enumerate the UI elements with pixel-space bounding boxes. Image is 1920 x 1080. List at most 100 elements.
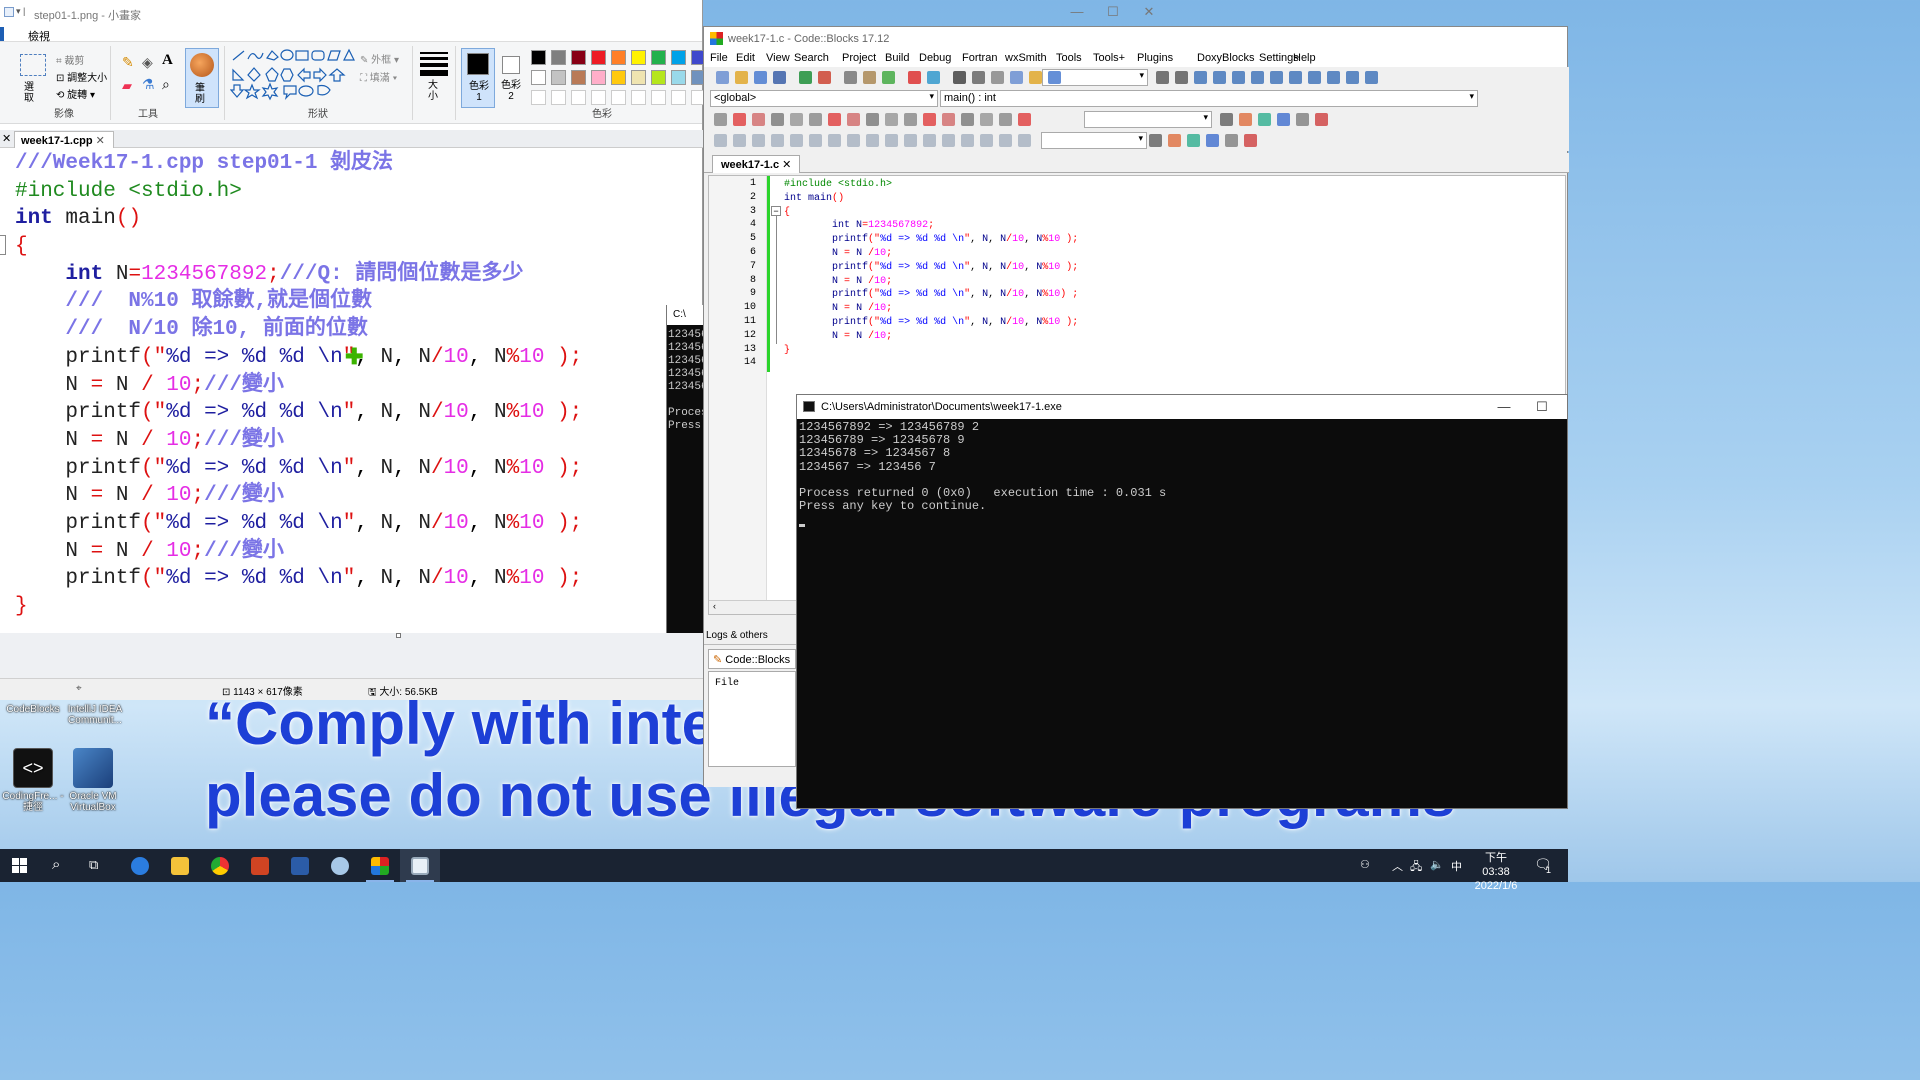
file-tab[interactable] — [0, 27, 4, 41]
custom-color-swatch[interactable] — [611, 90, 626, 105]
debug-icon[interactable] — [1289, 71, 1302, 84]
wxsmith-widget-icon[interactable] — [714, 134, 727, 147]
debug-icon[interactable] — [1232, 71, 1245, 84]
task-view-button[interactable]: ⧉ — [78, 849, 118, 882]
abort-icon[interactable] — [1048, 71, 1061, 84]
doc-tab-week17[interactable]: week17-1.cpp ✕ — [14, 131, 114, 148]
color-swatch[interactable] — [611, 70, 626, 85]
color-swatch[interactable] — [671, 50, 686, 65]
bookmark-icon[interactable] — [980, 113, 993, 126]
paint-canvas[interactable]: ///Week17-1.cpp step01-1 剝皮法 #include <st… — [0, 149, 666, 633]
eraser-icon[interactable]: ▰ — [122, 78, 132, 94]
wxsmith-widget-icon[interactable] — [923, 134, 936, 147]
wxsmith-widget-icon[interactable] — [733, 134, 746, 147]
taskbar-app-edge[interactable] — [120, 849, 160, 882]
select-label[interactable]: 選取 — [24, 82, 42, 104]
wxsmith-widget-icon[interactable] — [866, 134, 879, 147]
debug-icon[interactable] — [1156, 71, 1169, 84]
debug-icon[interactable] — [1175, 71, 1188, 84]
close-icon[interactable]: ✕ — [2, 132, 11, 145]
tab-week17-1-c[interactable]: week17-1.c ✕ — [712, 155, 801, 173]
rotate-button[interactable]: ⟲ 旋轉 ▾ — [56, 86, 95, 101]
network-icon[interactable]: 🖧 — [1410, 858, 1422, 891]
bookmark-icon[interactable] — [885, 113, 898, 126]
bookmark-icon[interactable] — [942, 113, 955, 126]
color-swatch[interactable] — [631, 70, 646, 85]
color-swatch[interactable] — [591, 70, 606, 85]
search-combo[interactable]: ▾ — [1084, 111, 1212, 128]
debug-icon[interactable] — [1251, 71, 1264, 84]
open-icon[interactable] — [735, 71, 748, 84]
scope-combo[interactable]: <global> ▾ — [710, 90, 938, 107]
menu-help[interactable]: Help — [1293, 52, 1316, 64]
menu-wxsmith[interactable]: wxSmith — [1005, 52, 1047, 64]
outline-button[interactable]: ✎ 外框 ▾ — [360, 51, 399, 66]
color-swatch[interactable] — [531, 50, 546, 65]
replace-icon[interactable] — [927, 71, 940, 84]
rebuild-icon[interactable] — [1029, 71, 1042, 84]
cut-icon[interactable] — [844, 71, 857, 84]
function-combo[interactable]: main() : int ▾ — [940, 90, 1478, 107]
taskbar-app-powerpoint[interactable] — [240, 849, 280, 882]
build-run-icon[interactable] — [1010, 71, 1023, 84]
menu-tools[interactable]: Tools — [1056, 52, 1082, 64]
menu-edit[interactable]: Edit — [736, 52, 755, 64]
debug-icon[interactable] — [1308, 71, 1321, 84]
search-tool-icon[interactable] — [1244, 134, 1257, 147]
fold-toggle-icon[interactable]: − — [771, 206, 781, 216]
menu-search[interactable]: Search — [794, 52, 829, 64]
custom-color-swatch[interactable] — [551, 90, 566, 105]
bookmark-icon[interactable] — [904, 113, 917, 126]
wxsmith-widget-icon[interactable] — [980, 134, 993, 147]
color-swatch[interactable] — [651, 70, 666, 85]
wxsmith-widget-icon[interactable] — [790, 134, 803, 147]
horizontal-scrollbar[interactable]: ‹ — [709, 600, 801, 614]
taskbar-app-codeblocks[interactable] — [360, 849, 400, 882]
bookmark-icon[interactable] — [1018, 113, 1031, 126]
find-combo[interactable]: ▾ — [1041, 132, 1147, 149]
resize-handle[interactable] — [396, 633, 401, 638]
desktop-icon-codingfree[interactable]: <> CodingFre... - 捷徑 — [0, 748, 66, 813]
bookmark-icon[interactable] — [733, 113, 746, 126]
desktop-icon-codeblocks[interactable]: CodeBlocks — [0, 704, 66, 715]
taskbar-app-paint3d[interactable] — [320, 849, 360, 882]
menu-doxyblocks[interactable]: DoxyBlocks — [1197, 52, 1254, 64]
maximize-button[interactable]: ☐ — [1094, 0, 1132, 24]
bookmark-icon[interactable] — [923, 113, 936, 126]
bookmark-icon[interactable] — [847, 113, 860, 126]
codeblocks-titlebar[interactable]: week17-1.c - Code::Blocks 17.12 — [704, 27, 1567, 51]
color-swatch[interactable] — [631, 50, 646, 65]
bookmark-icon[interactable] — [771, 113, 784, 126]
debug-icon[interactable] — [1346, 71, 1359, 84]
custom-color-swatch[interactable] — [531, 90, 546, 105]
debug-icon[interactable] — [1213, 71, 1226, 84]
close-button[interactable]: ✕ — [1130, 0, 1168, 24]
color1-button[interactable]: 色彩 1 — [461, 48, 495, 108]
quick-access-dropdown-icon[interactable]: ▾ | — [16, 6, 25, 17]
search-tool-icon[interactable] — [1149, 134, 1162, 147]
color-swatch[interactable] — [531, 70, 546, 85]
wxsmith-widget-icon[interactable] — [847, 134, 860, 147]
start-button[interactable] — [0, 849, 40, 882]
wxsmith-widget-icon[interactable] — [999, 134, 1012, 147]
crop-button[interactable]: ⌗ 裁剪 — [56, 52, 84, 67]
people-icon[interactable]: ⚇ — [1360, 858, 1370, 891]
search-tool-icon[interactable] — [1206, 134, 1219, 147]
debug-icon[interactable] — [1194, 71, 1207, 84]
search-tool-icon[interactable] — [1239, 113, 1252, 126]
color-swatch[interactable] — [551, 70, 566, 85]
console-back-titlebar[interactable]: C:\ — [667, 305, 706, 325]
shapes-gallery[interactable] — [230, 48, 355, 102]
paste-icon[interactable] — [882, 71, 895, 84]
search-tool-icon[interactable] — [1225, 134, 1238, 147]
color-swatch[interactable] — [611, 50, 626, 65]
wxsmith-widget-icon[interactable] — [904, 134, 917, 147]
search-tool-icon[interactable] — [1277, 113, 1290, 126]
bookmark-icon[interactable] — [999, 113, 1012, 126]
wxsmith-widget-icon[interactable] — [961, 134, 974, 147]
close-icon[interactable]: ✕ — [782, 159, 791, 171]
save-icon[interactable] — [754, 71, 767, 84]
search-tool-icon[interactable] — [1220, 113, 1233, 126]
wxsmith-widget-icon[interactable] — [809, 134, 822, 147]
menu-project[interactable]: Project — [842, 52, 876, 64]
